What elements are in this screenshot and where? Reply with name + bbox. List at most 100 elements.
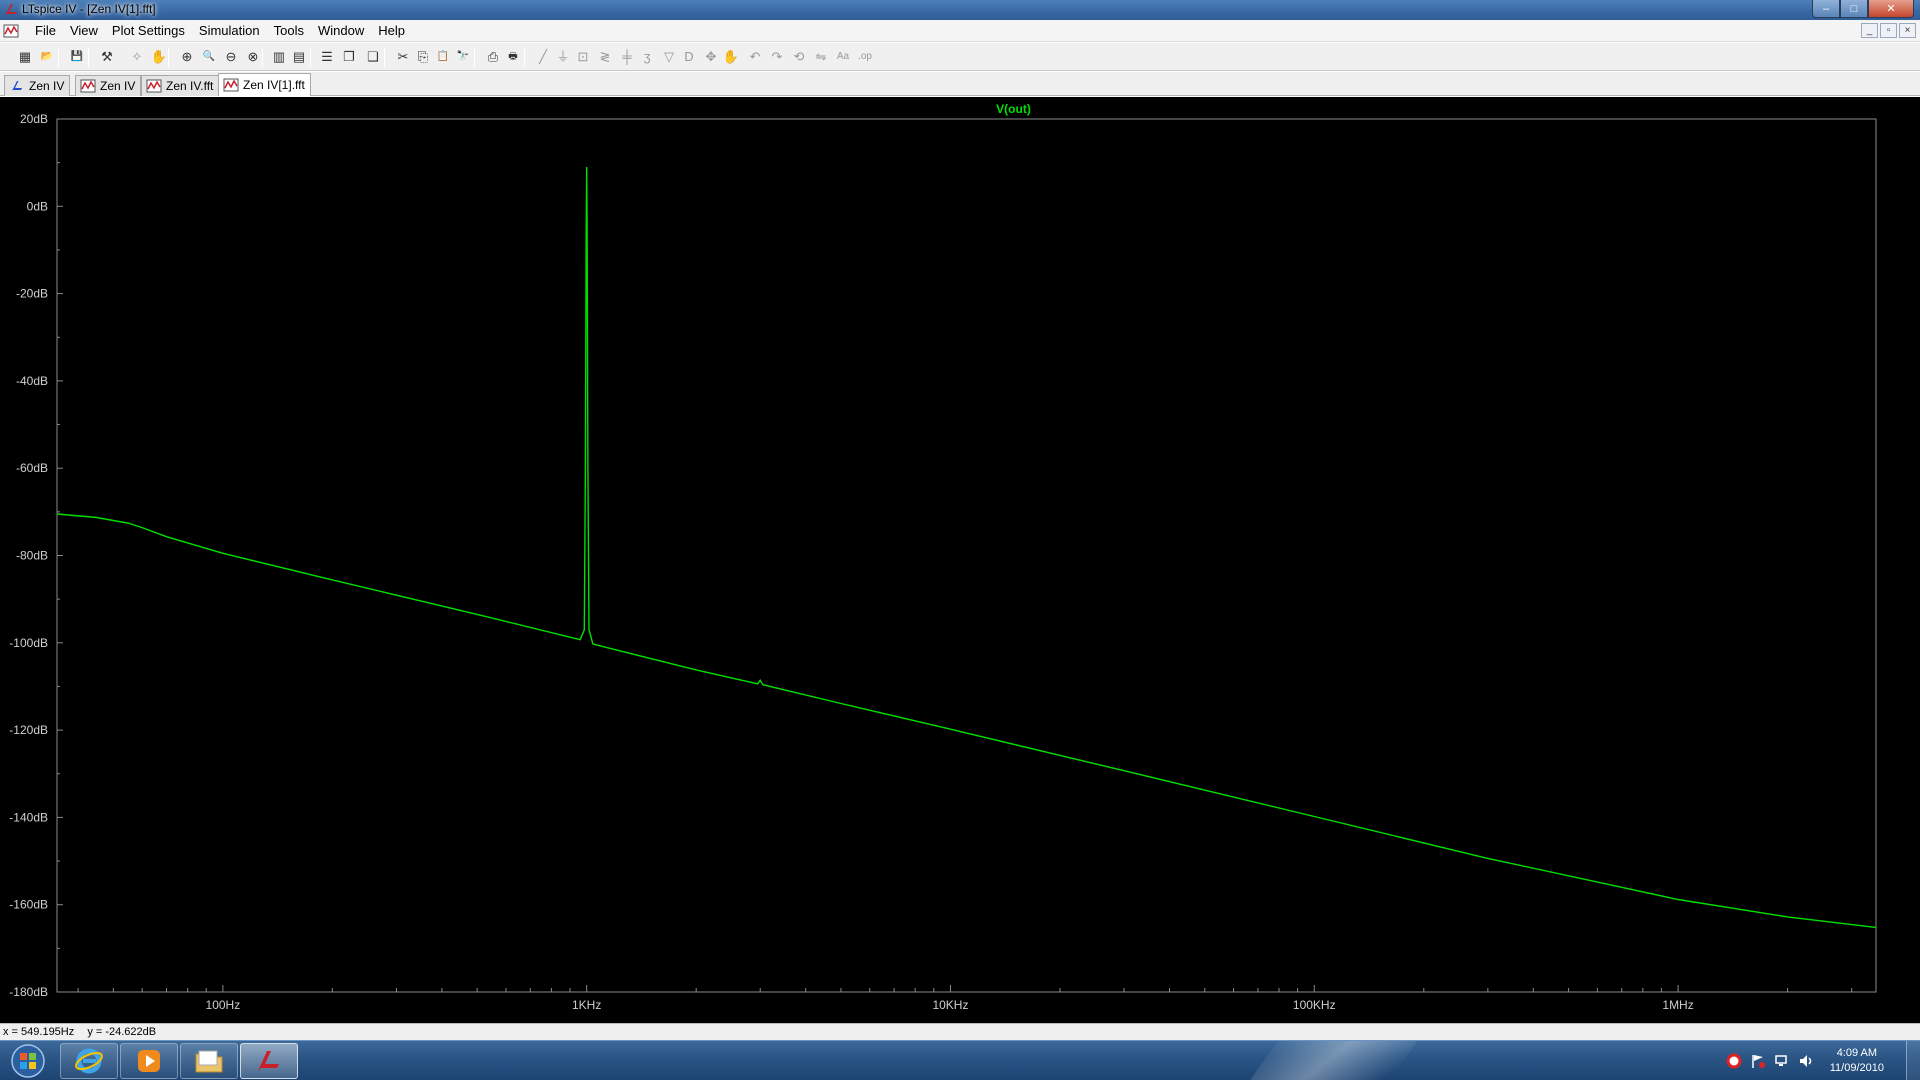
- draw-wire-icon[interactable]: ╱: [534, 48, 552, 66]
- print-icon[interactable]: ⎙: [484, 48, 502, 66]
- run-icon[interactable]: ✧: [128, 48, 146, 66]
- find-icon[interactable]: 🔭: [454, 48, 472, 66]
- taskbar-glare: [1235, 1041, 1425, 1080]
- waveform-icon: [80, 79, 96, 93]
- tab-zen-iv-schematic[interactable]: Zen IV: [4, 75, 71, 96]
- cascade-icon[interactable]: ❏: [364, 48, 382, 66]
- menu-tools[interactable]: Tools: [267, 23, 311, 39]
- rotate-icon[interactable]: ⟲: [790, 48, 808, 66]
- tab-zen-iv-fft[interactable]: Zen IV.fft: [141, 75, 220, 96]
- halt-icon[interactable]: ✋: [150, 48, 168, 66]
- show-desktop-button[interactable]: [1906, 1041, 1920, 1080]
- toolbar: ▦ 📂 💾 ⚒ ✧ ✋ ⊕ 🔍 ⊖ ⊗ ▥ ▤ ☰ ❐ ❏ ✂ ⎘ 📋 🔭 ⎙ 🖶 ╱ ⏚ ⊡ ≷ ╪ ʒ ▽ D ✥ ✋ ↶ ↷ ⟲ ⇋ Aa .op: [0, 43, 1920, 71]
- window-controls: – □ ✕: [1812, 0, 1914, 19]
- trace-title: V(out): [996, 102, 1031, 116]
- tab-label: Zen IV: [100, 79, 136, 93]
- control-panel-icon[interactable]: ⚒: [98, 48, 116, 66]
- diode-icon[interactable]: ▽: [660, 48, 678, 66]
- cursor-y-readout: y = -24.622dB: [87, 1026, 157, 1038]
- y-tick-label: -140dB: [9, 810, 48, 824]
- volume-icon[interactable]: [1796, 1051, 1816, 1071]
- toolbar-separator: [524, 48, 525, 67]
- move-icon[interactable]: ✥: [702, 48, 720, 66]
- security-icon[interactable]: [1724, 1051, 1744, 1071]
- waveform-document-icon[interactable]: [3, 23, 19, 39]
- doc-close-button[interactable]: ×: [1899, 23, 1916, 38]
- taskbar-media-player[interactable]: [120, 1043, 178, 1079]
- tile-horizontal-icon[interactable]: ☰: [318, 48, 336, 66]
- menu-window[interactable]: Window: [311, 23, 371, 39]
- spice-directive-icon[interactable]: .op: [856, 48, 874, 66]
- capacitor-icon[interactable]: ╪: [618, 48, 636, 66]
- save-icon[interactable]: 💾: [68, 48, 86, 66]
- schematic-icon: [12, 81, 22, 91]
- menu-view[interactable]: View: [63, 23, 105, 39]
- taskbar-internet-explorer[interactable]: [60, 1043, 118, 1079]
- tab-zen-iv-waveform[interactable]: Zen IV: [75, 75, 142, 96]
- cut-icon[interactable]: ✂: [394, 48, 412, 66]
- y-tick-label: -60dB: [16, 461, 48, 475]
- toolbar-separator: [58, 48, 59, 67]
- toolbar-separator: [262, 48, 263, 67]
- x-tick-label: 100KHz: [1293, 998, 1336, 1012]
- pick-traces-icon[interactable]: ▤: [290, 48, 308, 66]
- tab-zen-iv-1-fft[interactable]: Zen IV[1].fft: [218, 73, 311, 96]
- trace-v-out: [56, 166, 1877, 929]
- system-tray: 4:09 AM 11/09/2010: [1724, 1041, 1920, 1080]
- system-clock[interactable]: 4:09 AM 11/09/2010: [1830, 1046, 1884, 1076]
- folder-icon: [195, 1050, 223, 1073]
- component-icon[interactable]: D: [680, 48, 698, 66]
- doc-restore-button[interactable]: ▫: [1880, 23, 1897, 38]
- windows-taskbar: 4:09 AM 11/09/2010: [0, 1040, 1920, 1080]
- zoom-area-icon[interactable]: 🔍: [200, 48, 218, 66]
- new-schematic-icon[interactable]: ▦: [16, 48, 34, 66]
- paste-icon[interactable]: 📋: [434, 48, 452, 66]
- drag-icon[interactable]: ✋: [722, 48, 740, 66]
- menu-help[interactable]: Help: [371, 23, 412, 39]
- toolbar-separator: [168, 48, 169, 67]
- y-tick-label: -160dB: [9, 898, 48, 912]
- ltspice-app-icon: [5, 4, 17, 16]
- redo-icon[interactable]: ↷: [768, 48, 786, 66]
- media-player-icon: [138, 1050, 160, 1072]
- mirror-icon[interactable]: ⇋: [812, 48, 830, 66]
- start-button[interactable]: [4, 1043, 52, 1079]
- zoom-out-icon[interactable]: ⊖: [222, 48, 240, 66]
- autorange-icon[interactable]: ▥: [270, 48, 288, 66]
- minimize-button[interactable]: –: [1812, 0, 1840, 18]
- close-button[interactable]: ✕: [1868, 0, 1914, 18]
- title-bar: LTspice IV - [Zen IV[1].fft] – □ ✕: [0, 0, 1920, 20]
- copy-icon[interactable]: ⎘: [414, 48, 432, 66]
- open-icon[interactable]: 📂: [38, 48, 56, 66]
- undo-icon[interactable]: ↶: [746, 48, 764, 66]
- maximize-button[interactable]: □: [1840, 0, 1868, 18]
- menu-simulation[interactable]: Simulation: [192, 23, 267, 39]
- zoom-fit-icon[interactable]: ⊗: [244, 48, 262, 66]
- fft-plot[interactable]: V(out) 20dB 0dB -20dB -40dB -60dB -80dB -100dB -…: [0, 97, 1920, 1023]
- network-icon[interactable]: [1772, 1051, 1792, 1071]
- label-net-icon[interactable]: ⊡: [574, 48, 592, 66]
- y-tick-label: 0dB: [27, 199, 48, 213]
- doc-minimize-button[interactable]: _: [1861, 23, 1878, 38]
- tile-vertical-icon[interactable]: ❐: [340, 48, 358, 66]
- menu-file[interactable]: File: [28, 23, 63, 39]
- zoom-in-icon[interactable]: ⊕: [178, 48, 196, 66]
- text-icon[interactable]: Aa: [834, 48, 852, 66]
- status-bar: x = 549.195Hz y = -24.622dB: [0, 1023, 1920, 1040]
- clock-time: 4:09 AM: [1836, 1047, 1878, 1059]
- waveform-plot-window[interactable]: V(out) 20dB 0dB -20dB -40dB -60dB -80dB -100dB -…: [0, 97, 1920, 1027]
- inductor-icon[interactable]: ʒ: [638, 48, 656, 66]
- resistor-icon[interactable]: ≷: [596, 48, 614, 66]
- taskbar-ltspice[interactable]: [240, 1043, 298, 1079]
- print-preview-icon[interactable]: 🖶: [504, 48, 522, 66]
- y-tick-label: 20dB: [20, 112, 48, 126]
- action-center-flag-icon[interactable]: [1748, 1051, 1768, 1071]
- y-tick-label: -80dB: [16, 549, 48, 563]
- ground-icon[interactable]: ⏚: [554, 48, 572, 66]
- tab-label: Zen IV.fft: [166, 79, 214, 93]
- waveform-icon: [223, 78, 239, 92]
- y-tick-label: -20dB: [16, 287, 48, 301]
- menu-plot-settings[interactable]: Plot Settings: [105, 23, 192, 39]
- y-tick-label: -40dB: [16, 374, 48, 388]
- taskbar-file-explorer[interactable]: [180, 1043, 238, 1079]
